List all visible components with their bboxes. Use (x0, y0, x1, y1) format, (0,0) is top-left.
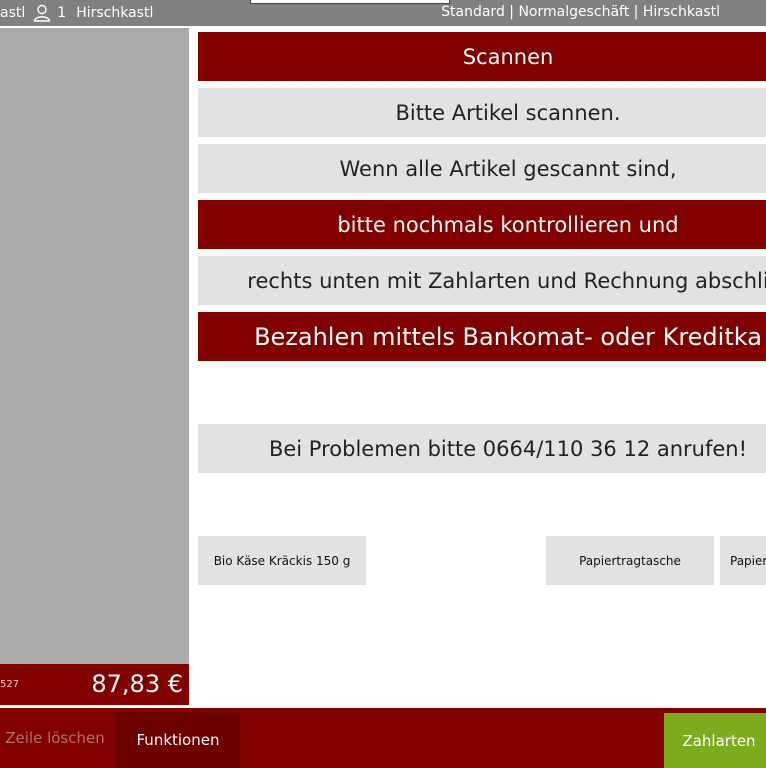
action-bar: Zeile löschen Funktionen Zahlarten (0, 708, 766, 768)
user-info: astl 1 Hirschkastl (0, 4, 153, 22)
receipt-total: 87,83 € (91, 670, 183, 698)
quick-article-button[interactable]: Papier (720, 536, 766, 585)
message-title: Scannen (198, 32, 766, 81)
receipt-total-bar: 527 87,83 € (0, 664, 189, 705)
message-line: bitte nochmals kontrollieren und (198, 200, 766, 249)
message-area: Scannen Bitte Artikel scannen. Wenn alle… (198, 0, 766, 705)
functions-button[interactable]: Funktionen (116, 712, 240, 768)
receipt-list[interactable] (0, 28, 189, 664)
message-line: rechts unten mit Zahlarten und Rechnung … (198, 256, 766, 305)
support-info: Bei Problemen bitte 0664/110 36 12 anruf… (198, 424, 766, 473)
quick-article-button[interactable]: Papiertragtasche (546, 536, 714, 585)
cashier-label: astl (0, 5, 26, 21)
user-number: 1 (57, 5, 67, 21)
user-icon (33, 4, 51, 22)
message-line: Bitte Artikel scannen. (198, 88, 766, 137)
message-line: Wenn alle Artikel gescannt sind, (198, 144, 766, 193)
quick-article-button[interactable]: Bio Käse Kräckis 150 g (198, 536, 366, 585)
user-name: Hirschkastl (76, 5, 154, 21)
delete-line-button[interactable]: Zeile löschen (0, 708, 110, 768)
payment-info: Bezahlen mittels Bankomat- oder Kreditka (198, 312, 766, 361)
receipt-count: 527 (0, 679, 20, 690)
payment-methods-button[interactable]: Zahlarten (664, 713, 766, 768)
